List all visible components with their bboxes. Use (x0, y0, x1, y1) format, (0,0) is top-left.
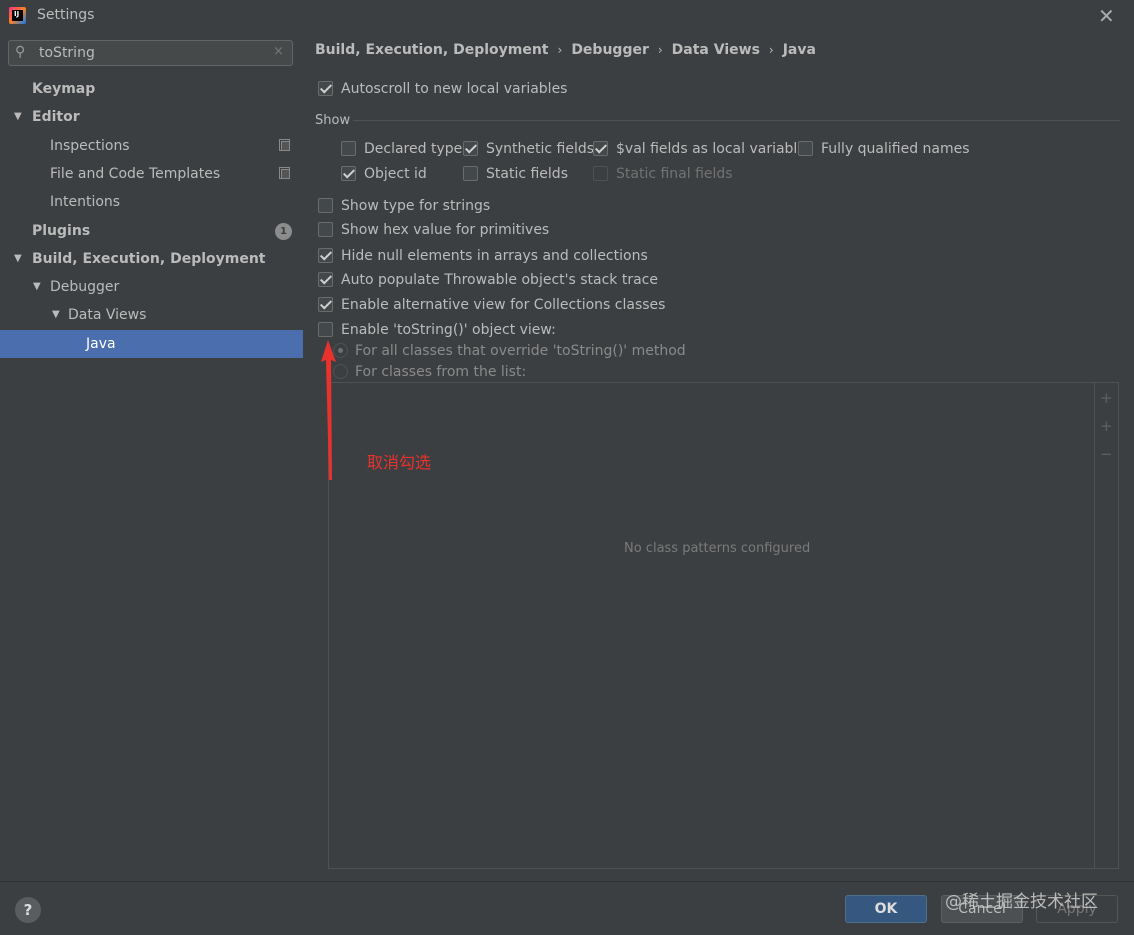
breadcrumb-separator: › (657, 43, 663, 57)
checkbox-label: Static final fields (616, 166, 733, 182)
tree-item-build-execution-deployment[interactable]: ▼ Build, Execution, Deployment (0, 245, 303, 273)
tree-item-label: Debugger (50, 279, 120, 295)
object-id-checkbox[interactable] (341, 166, 356, 181)
title-bar: IJ Settings ✕ (0, 0, 1134, 32)
checkbox-label: Show type for strings (341, 198, 491, 214)
expand-arrow-icon[interactable]: ▼ (52, 301, 60, 329)
section-divider (353, 120, 1120, 121)
tree-item-plugins[interactable]: Plugins 1 (0, 217, 303, 245)
search-input[interactable] (39, 43, 274, 63)
static-final-fields-checkbox (593, 166, 608, 181)
tree-item-intentions[interactable]: Intentions (0, 188, 303, 216)
synthetic-fields-checkbox[interactable] (463, 141, 478, 156)
checkbox-label: Show hex value for primitives (341, 222, 550, 238)
tree-item-data-views[interactable]: ▼ Data Views (0, 301, 303, 329)
breadcrumb-item[interactable]: Java (783, 42, 816, 58)
breadcrumb-item[interactable]: Data Views (672, 42, 760, 58)
autoscroll-checkbox[interactable] (318, 81, 333, 96)
breadcrumb-separator: › (557, 43, 563, 57)
expand-arrow-icon[interactable]: ▼ (14, 103, 22, 131)
empty-list-text: No class patterns configured (624, 541, 811, 556)
checkbox-label: Object id (364, 166, 427, 182)
checkbox-label: Auto populate Throwable object's stack t… (341, 272, 658, 288)
update-count-badge: 1 (275, 223, 292, 240)
checkbox-label: Enable 'toString()' object view: (341, 322, 556, 338)
hide-null-checkbox[interactable] (318, 248, 333, 263)
tree-item-label: Data Views (68, 307, 147, 323)
checkbox-label: Hide null elements in arrays and collect… (341, 248, 648, 264)
window-title: Settings (37, 7, 95, 23)
show-type-strings-checkbox[interactable] (318, 198, 333, 213)
breadcrumb-item[interactable]: Build, Execution, Deployment (315, 42, 549, 58)
tree-item-label: Build, Execution, Deployment (32, 251, 266, 267)
annotation-text: 取消勾选 (367, 453, 432, 472)
auto-populate-checkbox[interactable] (318, 272, 333, 287)
watermark: @稀土掘金技术社区 (945, 892, 1098, 912)
search-box[interactable]: ⚲ × (8, 40, 293, 66)
tree-item-file-code-templates[interactable]: File and Code Templates (0, 160, 303, 188)
fully-qualified-checkbox[interactable] (798, 141, 813, 156)
intellij-app-icon: IJ (9, 7, 26, 24)
declared-type-checkbox[interactable] (341, 141, 356, 156)
search-icon: ⚲ (15, 44, 26, 60)
radio-label: For classes from the list: (355, 364, 527, 380)
checkbox-label: Static fields (486, 166, 568, 182)
tree-item-keymap[interactable]: Keymap (0, 75, 303, 103)
alt-view-checkbox[interactable] (318, 297, 333, 312)
breadcrumb-item[interactable]: Debugger (571, 42, 649, 58)
val-fields-checkbox[interactable] (593, 141, 608, 156)
list-toolbar: + + − (1094, 383, 1119, 868)
tree-item-label: Plugins (32, 223, 91, 239)
show-section-label: Show (315, 113, 351, 128)
checkbox-label: Enable alternative view for Collections … (341, 297, 666, 313)
expand-arrow-icon[interactable]: ▼ (14, 245, 22, 273)
tree-item-inspections[interactable]: Inspections (0, 132, 303, 160)
show-hex-checkbox[interactable] (318, 222, 333, 237)
clear-search-icon[interactable]: × (273, 44, 284, 59)
class-patterns-list[interactable]: No class patterns configured + + − (328, 382, 1119, 869)
checkbox-label: Synthetic fields (486, 141, 595, 157)
tree-item-label: File and Code Templates (50, 166, 221, 182)
breadcrumb-separator: › (768, 43, 774, 57)
checkbox-label: Fully qualified names (821, 141, 970, 157)
expand-arrow-icon[interactable]: ▼ (33, 273, 41, 301)
tree-item-java[interactable]: Java (0, 330, 303, 358)
static-fields-checkbox[interactable] (463, 166, 478, 181)
tree-item-label: Inspections (50, 138, 130, 154)
tree-item-debugger[interactable]: ▼ Debugger (0, 273, 303, 301)
dialog-footer: ? OK Cancel Apply @稀土掘金技术社区 (0, 881, 1134, 935)
checkbox-label: $val fields as local variables (616, 141, 814, 157)
add-class-icon[interactable]: + (1100, 389, 1113, 407)
breadcrumb: Build, Execution, Deployment › Debugger › Da… (315, 42, 816, 58)
annotation-arrow (321, 340, 336, 480)
help-button[interactable]: ? (15, 897, 41, 923)
tostring-view-checkbox[interactable] (318, 322, 333, 337)
checkbox-label: Declared type (364, 141, 463, 157)
close-icon[interactable]: ✕ (1098, 4, 1115, 28)
tree-item-editor[interactable]: ▼ Editor (0, 103, 303, 131)
add-pattern-icon[interactable]: + (1100, 417, 1113, 435)
radio-label: For all classes that override 'toString(… (355, 343, 686, 359)
project-settings-icon (279, 139, 290, 151)
remove-icon[interactable]: − (1100, 445, 1113, 463)
project-settings-icon (279, 167, 290, 179)
tree-item-label: Java (86, 336, 116, 352)
ok-button[interactable]: OK (845, 895, 927, 923)
tree-item-label: Intentions (50, 194, 121, 210)
checkbox-label: Autoscroll to new local variables (341, 81, 568, 97)
tree-item-label: Keymap (32, 81, 96, 97)
settings-tree-panel: ⚲ × Keymap ▼ Editor Inspections File and… (0, 32, 303, 881)
tree-item-label: Editor (32, 109, 80, 125)
